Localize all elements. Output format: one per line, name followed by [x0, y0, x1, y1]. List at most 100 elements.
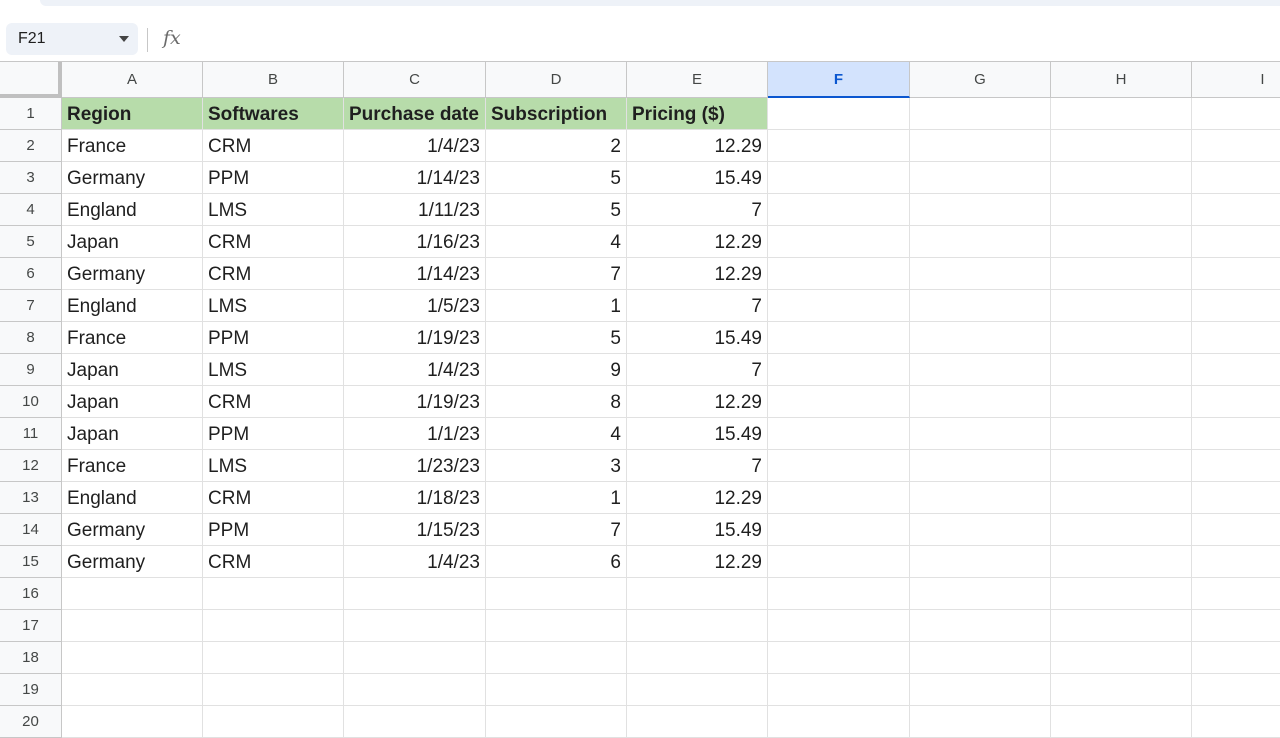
- cell-e9[interactable]: 7: [627, 354, 768, 386]
- cell-b9[interactable]: LMS: [203, 354, 344, 386]
- cell-c12[interactable]: 1/23/23: [344, 450, 486, 482]
- cell-h2[interactable]: [1051, 130, 1192, 162]
- cell-a8[interactable]: France: [62, 322, 203, 354]
- column-header-a[interactable]: A: [62, 62, 203, 98]
- cell-e15[interactable]: 12.29: [627, 546, 768, 578]
- cell-c20[interactable]: [344, 706, 486, 738]
- cell-b3[interactable]: PPM: [203, 162, 344, 194]
- column-header-g[interactable]: G: [910, 62, 1051, 98]
- cell-d2[interactable]: 2: [486, 130, 627, 162]
- cell-a13[interactable]: England: [62, 482, 203, 514]
- cell-a5[interactable]: Japan: [62, 226, 203, 258]
- cell-f10[interactable]: [768, 386, 910, 418]
- cell-g16[interactable]: [910, 578, 1051, 610]
- cell-f1[interactable]: [768, 98, 910, 130]
- cell-a4[interactable]: England: [62, 194, 203, 226]
- row-header-18[interactable]: 18: [0, 642, 62, 674]
- cell-a11[interactable]: Japan: [62, 418, 203, 450]
- cell-d17[interactable]: [486, 610, 627, 642]
- cell-f12[interactable]: [768, 450, 910, 482]
- cell-a2[interactable]: France: [62, 130, 203, 162]
- cell-g17[interactable]: [910, 610, 1051, 642]
- cell-d14[interactable]: 7: [486, 514, 627, 546]
- header-cell-a[interactable]: Region: [62, 98, 203, 130]
- cell-g18[interactable]: [910, 642, 1051, 674]
- cell-f6[interactable]: [768, 258, 910, 290]
- cell-d8[interactable]: 5: [486, 322, 627, 354]
- cell-b5[interactable]: CRM: [203, 226, 344, 258]
- cell-d13[interactable]: 1: [486, 482, 627, 514]
- cell-i5[interactable]: [1192, 226, 1280, 258]
- cell-i20[interactable]: [1192, 706, 1280, 738]
- row-header-6[interactable]: 6: [0, 258, 62, 290]
- cell-a14[interactable]: Germany: [62, 514, 203, 546]
- row-header-16[interactable]: 16: [0, 578, 62, 610]
- cell-i13[interactable]: [1192, 482, 1280, 514]
- cell-i17[interactable]: [1192, 610, 1280, 642]
- cell-h12[interactable]: [1051, 450, 1192, 482]
- chevron-down-icon[interactable]: [119, 36, 129, 42]
- cell-a15[interactable]: Germany: [62, 546, 203, 578]
- row-header-14[interactable]: 14: [0, 514, 62, 546]
- cell-e12[interactable]: 7: [627, 450, 768, 482]
- cell-c6[interactable]: 1/14/23: [344, 258, 486, 290]
- cell-e8[interactable]: 15.49: [627, 322, 768, 354]
- cell-f17[interactable]: [768, 610, 910, 642]
- cell-f2[interactable]: [768, 130, 910, 162]
- formula-input[interactable]: [200, 24, 1270, 54]
- cell-d9[interactable]: 9: [486, 354, 627, 386]
- cell-h8[interactable]: [1051, 322, 1192, 354]
- cell-f18[interactable]: [768, 642, 910, 674]
- cell-a6[interactable]: Germany: [62, 258, 203, 290]
- cell-e16[interactable]: [627, 578, 768, 610]
- cell-g9[interactable]: [910, 354, 1051, 386]
- cell-c3[interactable]: 1/14/23: [344, 162, 486, 194]
- cell-b18[interactable]: [203, 642, 344, 674]
- cell-a9[interactable]: Japan: [62, 354, 203, 386]
- cell-f11[interactable]: [768, 418, 910, 450]
- cell-f4[interactable]: [768, 194, 910, 226]
- cell-f13[interactable]: [768, 482, 910, 514]
- cell-c9[interactable]: 1/4/23: [344, 354, 486, 386]
- cell-i3[interactable]: [1192, 162, 1280, 194]
- cell-i4[interactable]: [1192, 194, 1280, 226]
- cell-b15[interactable]: CRM: [203, 546, 344, 578]
- cell-g15[interactable]: [910, 546, 1051, 578]
- cell-c2[interactable]: 1/4/23: [344, 130, 486, 162]
- cell-c15[interactable]: 1/4/23: [344, 546, 486, 578]
- row-header-13[interactable]: 13: [0, 482, 62, 514]
- select-all-corner[interactable]: [0, 62, 62, 98]
- cell-g3[interactable]: [910, 162, 1051, 194]
- cell-f14[interactable]: [768, 514, 910, 546]
- cell-b11[interactable]: PPM: [203, 418, 344, 450]
- cell-h13[interactable]: [1051, 482, 1192, 514]
- cell-c14[interactable]: 1/15/23: [344, 514, 486, 546]
- column-header-b[interactable]: B: [203, 62, 344, 98]
- name-box[interactable]: F21: [6, 23, 138, 55]
- cell-b16[interactable]: [203, 578, 344, 610]
- header-cell-b[interactable]: Softwares: [203, 98, 344, 130]
- cell-i14[interactable]: [1192, 514, 1280, 546]
- cell-e3[interactable]: 15.49: [627, 162, 768, 194]
- cell-d11[interactable]: 4: [486, 418, 627, 450]
- cell-i2[interactable]: [1192, 130, 1280, 162]
- cell-e5[interactable]: 12.29: [627, 226, 768, 258]
- cell-d3[interactable]: 5: [486, 162, 627, 194]
- cell-a18[interactable]: [62, 642, 203, 674]
- cell-c4[interactable]: 1/11/23: [344, 194, 486, 226]
- cell-c17[interactable]: [344, 610, 486, 642]
- cell-i11[interactable]: [1192, 418, 1280, 450]
- cell-c11[interactable]: 1/1/23: [344, 418, 486, 450]
- cell-h4[interactable]: [1051, 194, 1192, 226]
- cell-a16[interactable]: [62, 578, 203, 610]
- column-header-e[interactable]: E: [627, 62, 768, 98]
- cell-g4[interactable]: [910, 194, 1051, 226]
- cell-b14[interactable]: PPM: [203, 514, 344, 546]
- cell-f16[interactable]: [768, 578, 910, 610]
- column-header-i[interactable]: I: [1192, 62, 1280, 98]
- cell-g20[interactable]: [910, 706, 1051, 738]
- cell-b7[interactable]: LMS: [203, 290, 344, 322]
- cell-h11[interactable]: [1051, 418, 1192, 450]
- cell-i15[interactable]: [1192, 546, 1280, 578]
- row-header-17[interactable]: 17: [0, 610, 62, 642]
